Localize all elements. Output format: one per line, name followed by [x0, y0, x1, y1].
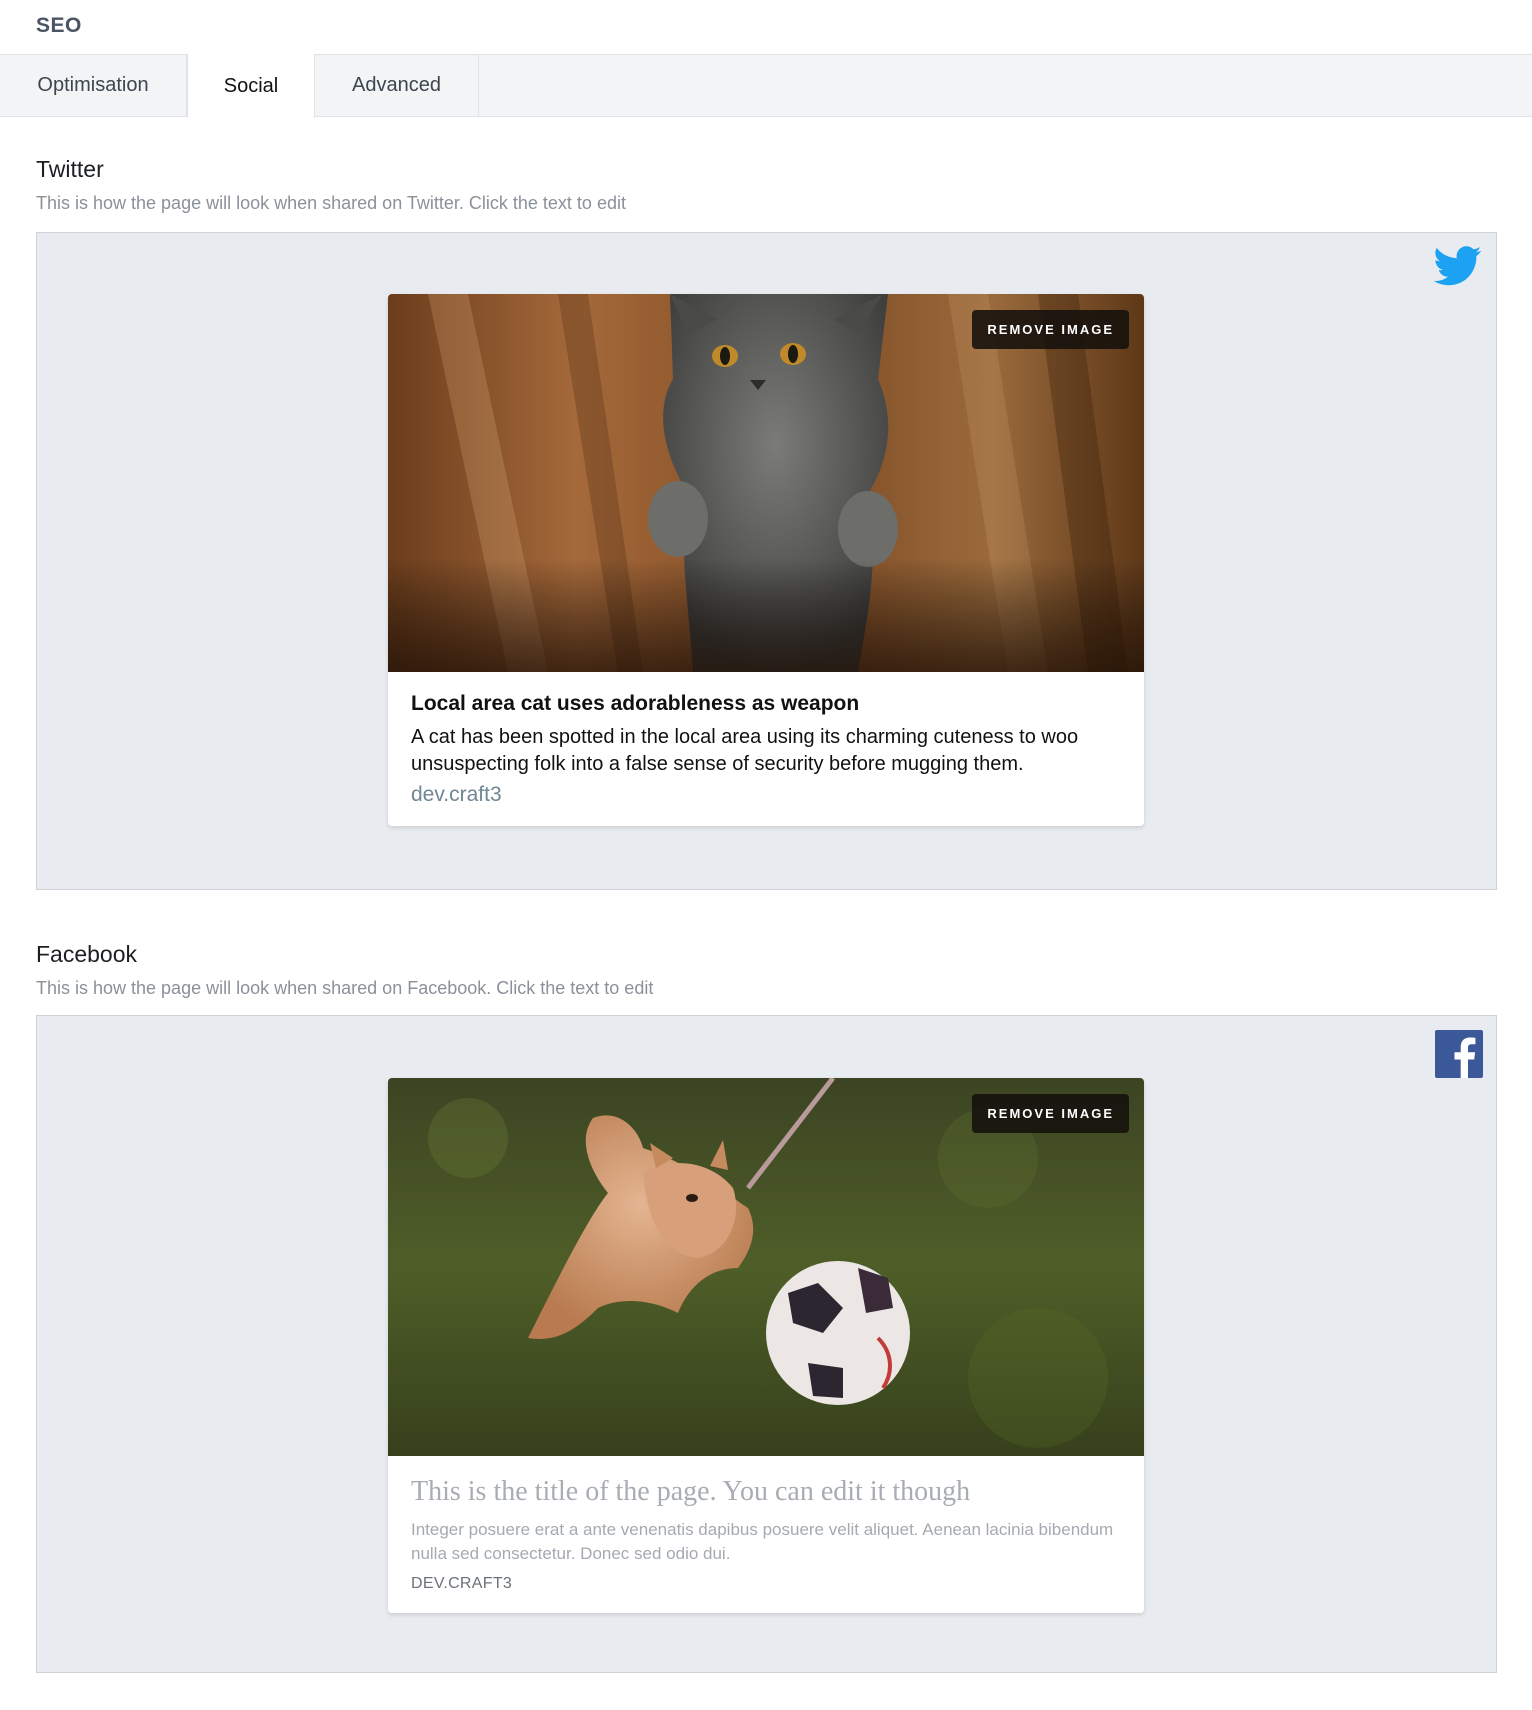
- facebook-description: This is how the page will look when shar…: [36, 978, 654, 998]
- facebook-card-description[interactable]: Integer posuere erat a ante venenatis da…: [411, 1518, 1121, 1566]
- facebook-card-image: REMOVE IMAGE: [388, 1078, 1144, 1456]
- facebook-logo-icon: [1435, 1030, 1483, 1078]
- twitter-preview: REMOVE IMAGE Local area cat uses adorabl…: [36, 232, 1497, 890]
- field-label: SEO: [36, 14, 82, 37]
- twitter-heading: Twitter: [36, 156, 104, 182]
- twitter-description: This is how the page will look when shar…: [36, 193, 626, 213]
- facebook-card-domain: DEV.CRAFT3: [411, 1575, 513, 1592]
- remove-image-button[interactable]: REMOVE IMAGE: [972, 1094, 1129, 1133]
- remove-image-button[interactable]: REMOVE IMAGE: [972, 310, 1129, 349]
- tab-bar: Optimisation Social Advanced: [0, 54, 1532, 118]
- twitter-card: REMOVE IMAGE Local area cat uses adorabl…: [388, 294, 1144, 826]
- twitter-card-domain: dev.craft3: [411, 783, 502, 806]
- twitter-card-description[interactable]: A cat has been spotted in the local area…: [411, 724, 1121, 778]
- tab-social[interactable]: Social: [187, 54, 315, 118]
- facebook-card: REMOVE IMAGE This is the title of the pa…: [388, 1078, 1144, 1613]
- twitter-card-title[interactable]: Local area cat uses adorableness as weap…: [411, 692, 1121, 716]
- facebook-card-title[interactable]: This is the title of the page. You can e…: [411, 1476, 1121, 1508]
- twitter-card-image: REMOVE IMAGE: [388, 294, 1144, 672]
- twitter-bird-icon: [1433, 246, 1482, 286]
- facebook-heading: Facebook: [36, 941, 138, 967]
- tab-optimisation[interactable]: Optimisation: [0, 54, 187, 117]
- tab-advanced[interactable]: Advanced: [315, 54, 479, 117]
- facebook-preview: REMOVE IMAGE This is the title of the pa…: [36, 1015, 1497, 1673]
